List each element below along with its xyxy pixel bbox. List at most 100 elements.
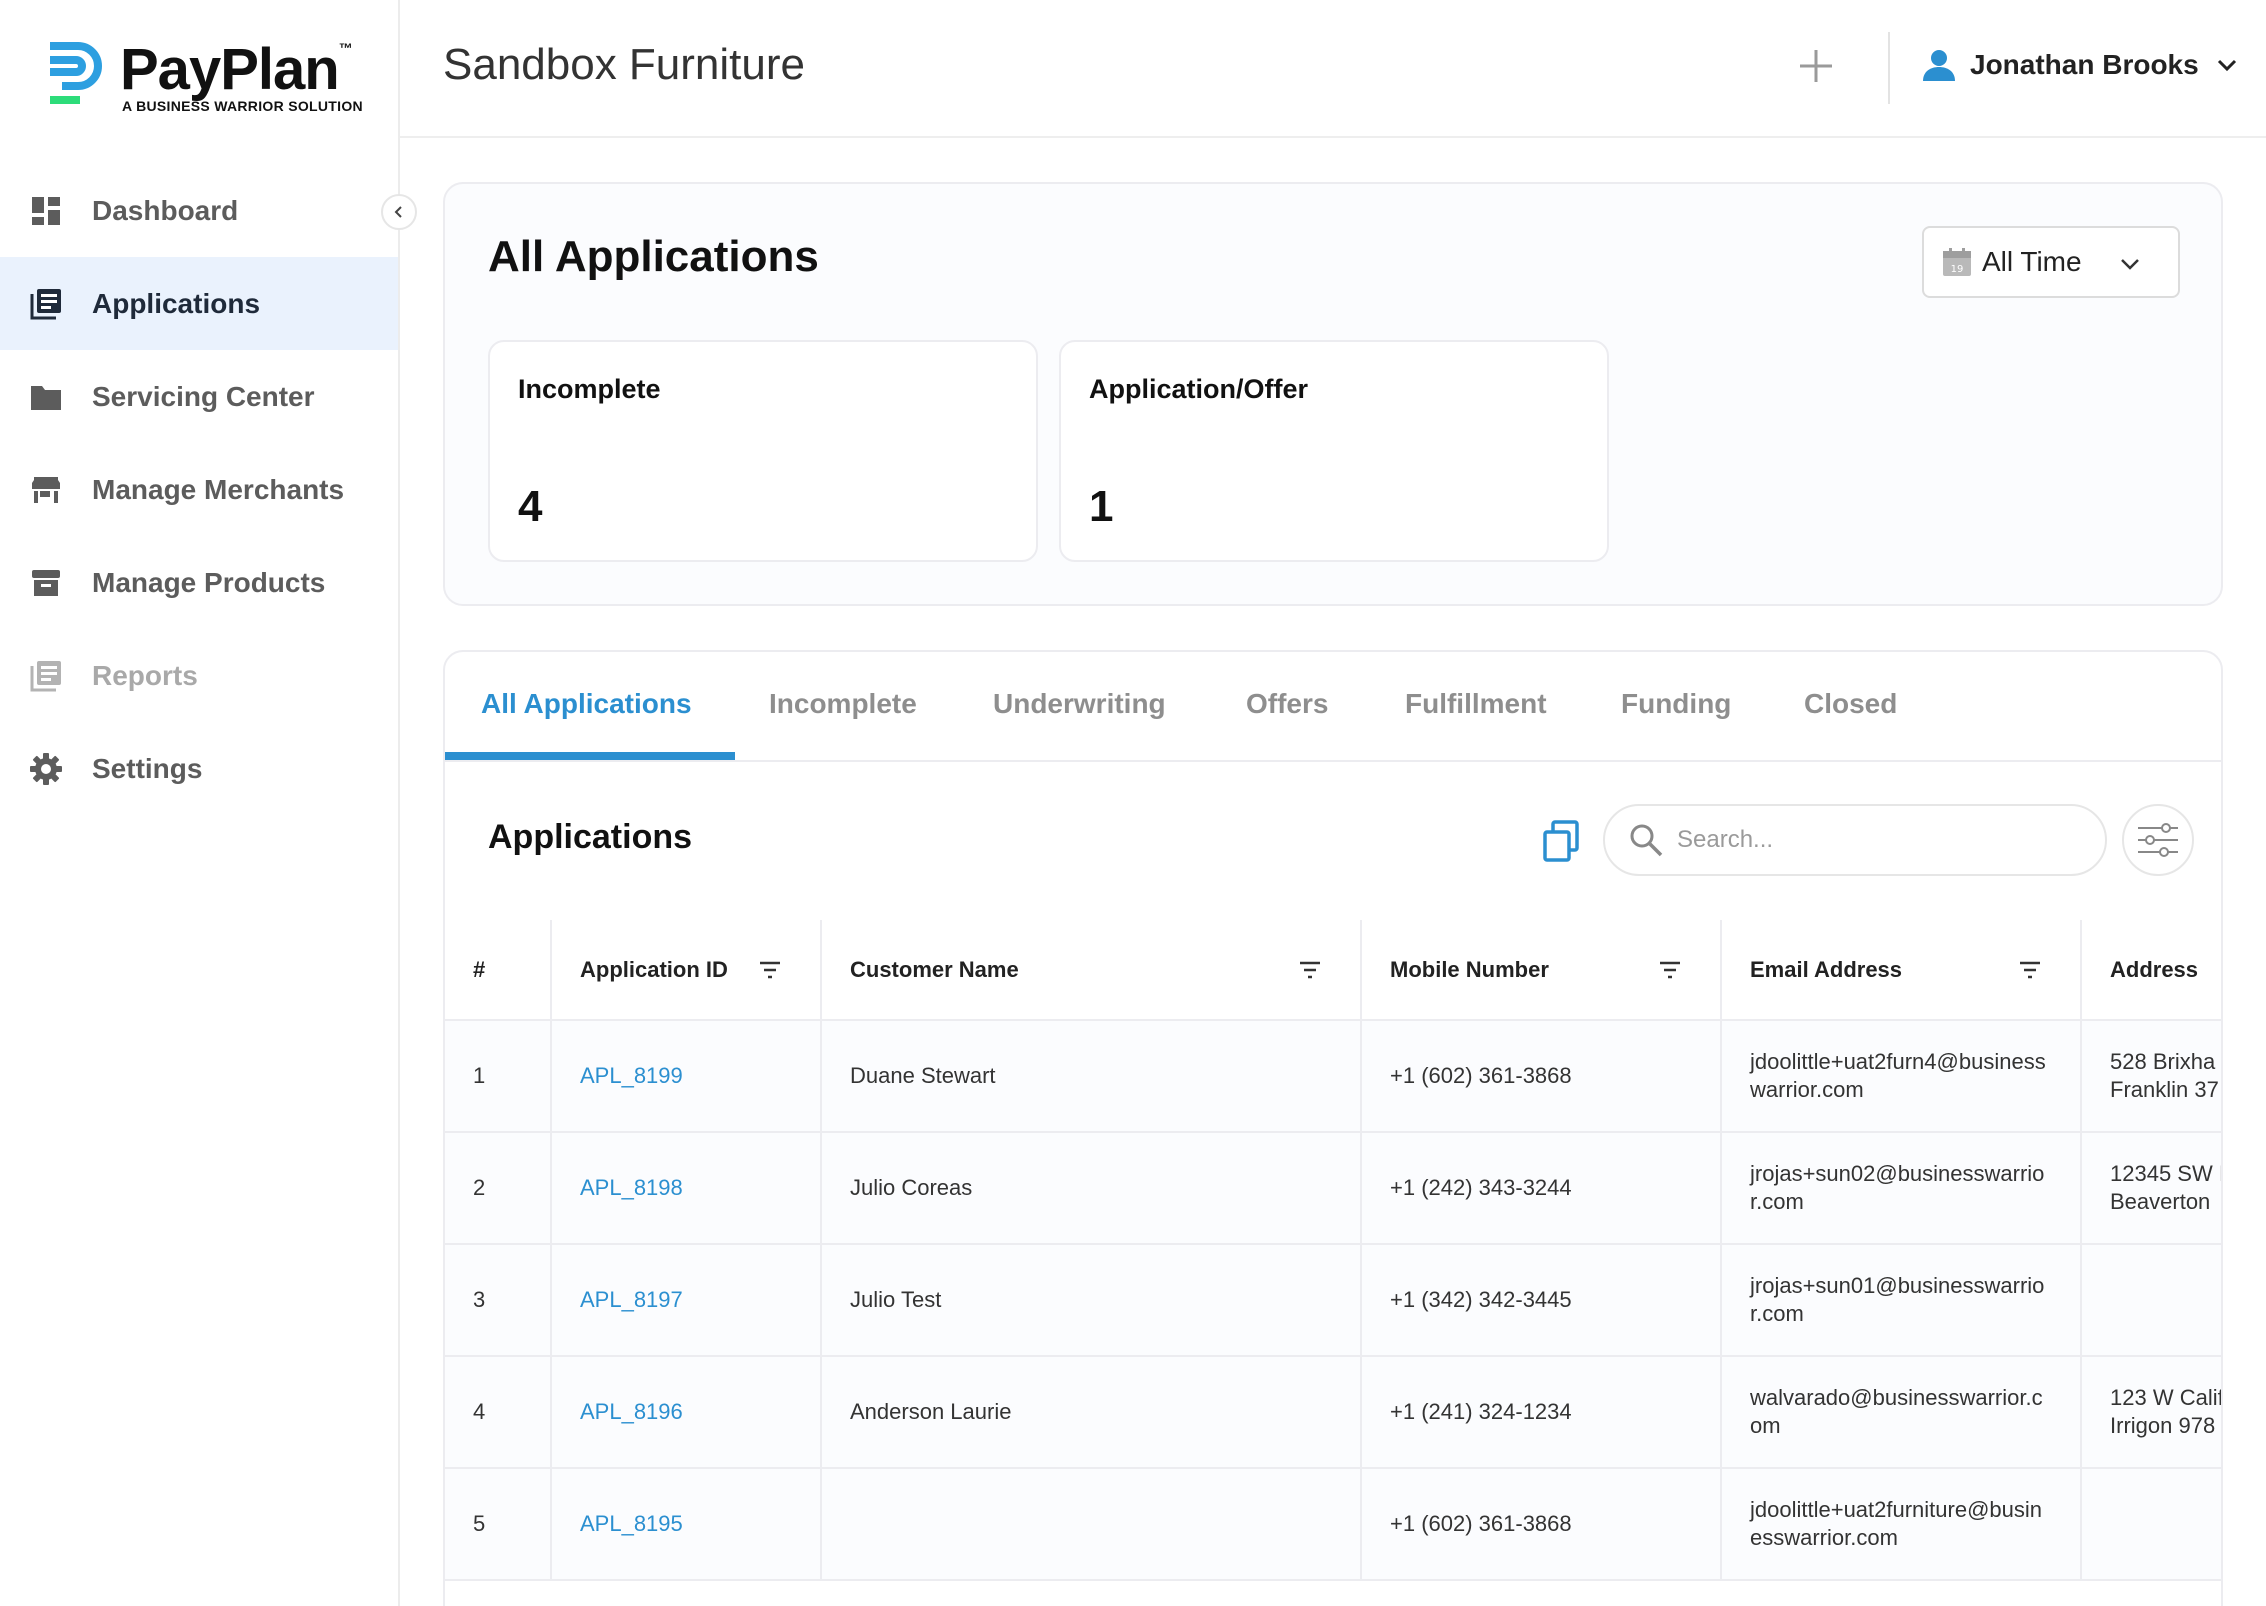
tab-incomplete[interactable]: Incomplete	[769, 688, 917, 720]
column-header-mobile-number[interactable]: Mobile Number	[1361, 920, 1722, 1021]
filter-settings-button[interactable]	[2122, 804, 2194, 876]
applications-table: # Application ID Customer Name Mobile Nu…	[445, 920, 2221, 1581]
summary-title: All Applications	[488, 232, 819, 281]
application-id-link[interactable]: APL_8198	[551, 1132, 822, 1245]
column-header-address[interactable]: Address	[2081, 920, 2221, 1021]
tab-closed[interactable]: Closed	[1804, 688, 1897, 720]
chevron-down-icon	[2121, 259, 2139, 270]
sidebar-item-label: Dashboard	[92, 194, 239, 226]
store-icon	[30, 474, 62, 506]
time-filter-select[interactable]: 19 All Time	[1922, 226, 2180, 298]
copy-icon[interactable]	[1541, 820, 1583, 862]
reports-icon	[30, 660, 62, 692]
cell-customer-name: Duane Stewart	[821, 1020, 1362, 1133]
stat-card-application-offer[interactable]: Application/Offer 1	[1059, 340, 1609, 562]
applications-panel: All Applications Incomplete Underwriting…	[443, 650, 2223, 1606]
cell-mobile-number: +1 (602) 361-3868	[1361, 1020, 1722, 1133]
stat-value: 4	[518, 482, 543, 531]
cell-number: 5	[445, 1468, 552, 1581]
stat-card-incomplete[interactable]: Incomplete 4	[488, 340, 1038, 562]
top-header: Sandbox Furniture Jonathan Brooks	[400, 0, 2266, 138]
brand-tm: ™	[338, 40, 353, 56]
filter-icon[interactable]	[1298, 958, 1322, 982]
gear-icon	[30, 752, 62, 785]
filter-icon[interactable]	[2018, 958, 2042, 982]
cell-mobile-number: +1 (241) 324-1234	[1361, 1356, 1722, 1469]
sidebar-item-applications[interactable]: Applications	[0, 257, 398, 350]
applications-icon	[30, 288, 62, 320]
filter-icon[interactable]	[758, 958, 782, 982]
cell-number: 1	[445, 1020, 552, 1133]
table-header-row: # Application ID Customer Name Mobile Nu…	[445, 920, 2221, 1021]
payplan-logo[interactable]: PayPlan™ A BUSINESS WARRIOR SOLUTION	[48, 37, 368, 118]
calendar-day: 19	[1951, 264, 1964, 275]
user-icon	[1923, 50, 1955, 81]
cell-address: 123 W Calif Irrigon 978	[2081, 1356, 2221, 1469]
search-box	[1603, 804, 2107, 876]
sidebar-nav: Dashboard Applications Servicing Center …	[0, 164, 398, 815]
sidebar-item-label: Reports	[92, 659, 198, 691]
filter-icon[interactable]	[1658, 958, 1682, 982]
sidebar-item-servicing-center[interactable]: Servicing Center	[0, 350, 398, 443]
tab-underwriting[interactable]: Underwriting	[993, 688, 1166, 720]
cell-email-address: walvarado@businesswarrior.com	[1721, 1356, 2082, 1469]
merchant-name: Sandbox Furniture	[443, 40, 805, 89]
cell-customer-name: Julio Coreas	[821, 1132, 1362, 1245]
cell-mobile-number: +1 (342) 342-3445	[1361, 1244, 1722, 1357]
sidebar-item-manage-merchants[interactable]: Manage Merchants	[0, 443, 398, 536]
table-row[interactable]: 4 APL_8196 Anderson Laurie +1 (241) 324-…	[445, 1356, 2221, 1469]
table-row[interactable]: 3 APL_8197 Julio Test +1 (342) 342-3445 …	[445, 1244, 2221, 1357]
application-id-link[interactable]: APL_8196	[551, 1356, 822, 1469]
table-row[interactable]: 1 APL_8199 Duane Stewart +1 (602) 361-38…	[445, 1020, 2221, 1133]
sidebar-item-label: Manage Merchants	[92, 473, 345, 505]
sidebar-item-label: Applications	[92, 287, 261, 319]
chevron-left-icon	[394, 206, 402, 218]
tab-fulfillment[interactable]: Fulfillment	[1405, 688, 1547, 720]
tab-funding[interactable]: Funding	[1621, 688, 1731, 720]
folder-icon	[30, 381, 62, 413]
cell-number: 2	[445, 1132, 552, 1245]
search-input[interactable]	[1677, 826, 2077, 854]
cell-email-address: jrojas+sun01@businesswarrior.com	[1721, 1244, 2082, 1357]
application-id-link[interactable]: APL_8197	[551, 1244, 822, 1357]
sidebar-item-reports[interactable]: Reports	[0, 629, 398, 722]
collapse-sidebar-button[interactable]	[381, 194, 417, 230]
sliders-icon	[2138, 823, 2178, 857]
cell-mobile-number: +1 (242) 343-3244	[1361, 1132, 1722, 1245]
brand-tagline: A BUSINESS WARRIOR SOLUTION	[122, 98, 363, 114]
brand-name: PayPlan	[120, 37, 340, 102]
cell-number: 3	[445, 1244, 552, 1357]
stat-value: 1	[1089, 482, 1114, 531]
add-button[interactable]	[1796, 46, 1836, 86]
user-menu[interactable]: Jonathan Brooks	[1922, 48, 2239, 82]
summary-card: All Applications 19 All Time Incomplete …	[443, 182, 2223, 606]
cell-customer-name: Anderson Laurie	[821, 1356, 1362, 1469]
application-id-link[interactable]: APL_8199	[551, 1020, 822, 1133]
user-name: Jonathan Brooks	[1970, 49, 2199, 80]
column-header-email-address[interactable]: Email Address	[1721, 920, 2082, 1021]
cell-email-address: jrojas+sun02@businesswarrior.com	[1721, 1132, 2082, 1245]
tab-offers[interactable]: Offers	[1246, 688, 1328, 720]
archive-icon	[30, 567, 62, 599]
sidebar-item-label: Servicing Center	[92, 380, 315, 412]
sidebar-item-label: Settings	[92, 752, 203, 784]
cell-customer-name	[821, 1468, 1362, 1581]
cell-address: 528 Brixha Franklin 37	[2081, 1020, 2221, 1133]
sidebar: PayPlan™ A BUSINESS WARRIOR SOLUTION Das…	[0, 0, 400, 1606]
table-row[interactable]: 5 APL_8195 +1 (602) 361-3868 jdoolittle+…	[445, 1468, 2221, 1581]
cell-email-address: jdoolittle+uat2furniture@businesswarrior…	[1721, 1468, 2082, 1581]
application-id-link[interactable]: APL_8195	[551, 1468, 822, 1581]
sidebar-item-manage-products[interactable]: Manage Products	[0, 536, 398, 629]
table-row[interactable]: 2 APL_8198 Julio Coreas +1 (242) 343-324…	[445, 1132, 2221, 1245]
status-tabs: All Applications Incomplete Underwriting…	[445, 652, 2221, 762]
column-header-customer-name[interactable]: Customer Name	[821, 920, 1362, 1021]
tab-all-applications[interactable]: All Applications	[481, 688, 692, 720]
time-filter-value: All Time	[1982, 246, 2082, 277]
sidebar-item-settings[interactable]: Settings	[0, 722, 398, 815]
payplan-logo-mark-icon	[50, 42, 102, 104]
cell-mobile-number: +1 (602) 361-3868	[1361, 1468, 1722, 1581]
column-header-application-id[interactable]: Application ID	[551, 920, 822, 1021]
sidebar-item-label: Manage Products	[92, 566, 326, 598]
stat-label: Application/Offer	[1089, 374, 1309, 404]
sidebar-item-dashboard[interactable]: Dashboard	[0, 164, 398, 257]
